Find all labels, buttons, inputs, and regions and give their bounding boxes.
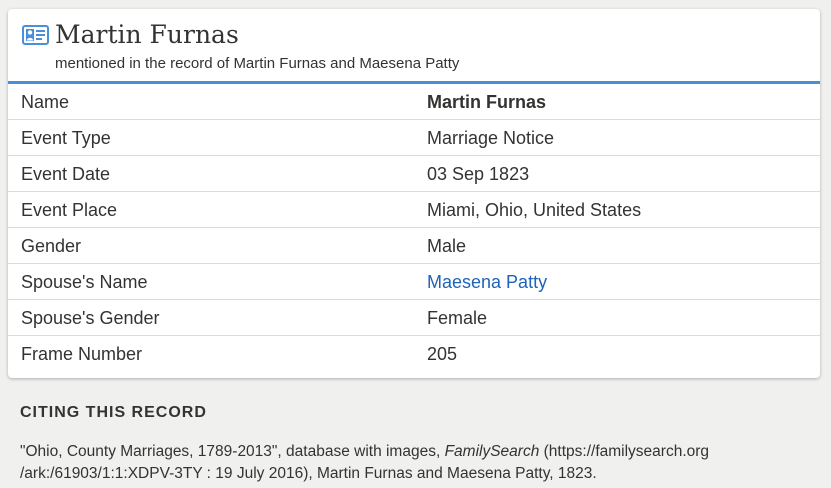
field-value: Marriage Notice	[427, 128, 555, 148]
field-value: Male	[427, 236, 467, 256]
field-label: Event Type	[21, 128, 111, 148]
field-label: Frame Number	[21, 344, 143, 364]
field-label: Spouse's Gender	[21, 308, 160, 328]
field-label: Event Place	[21, 200, 118, 220]
field-row-spouse-name: Spouse's Name Maesena Patty	[8, 264, 820, 300]
field-label: Gender	[21, 236, 82, 256]
field-label: Event Date	[21, 164, 111, 184]
record-fields-table: Name Martin Furnas Event Type Marriage N…	[8, 84, 820, 372]
field-value: 03 Sep 1823	[427, 164, 530, 184]
field-label: Spouse's Name	[21, 272, 148, 292]
person-name: Martin Furnas	[55, 20, 239, 49]
citation-part: "Ohio, County Marriages, 1789-2013", dat…	[20, 443, 445, 460]
field-row-frame-number: Frame Number 205	[8, 336, 820, 372]
field-value: Martin Furnas	[427, 92, 547, 112]
citing-section-title: CITING THIS RECORD	[20, 404, 207, 421]
record-header: Martin Furnas mentioned in the record of…	[8, 9, 820, 84]
field-value: Miami, Ohio, United States	[427, 200, 642, 220]
field-row-spouse-gender: Spouse's Gender Female	[8, 300, 820, 336]
person-card-icon	[22, 25, 49, 45]
field-value: Female	[427, 308, 488, 328]
citation-source-italic: FamilySearch	[444, 443, 540, 460]
field-label: Name	[21, 92, 70, 112]
field-value: 205	[427, 344, 458, 364]
field-row-event-date: Event Date 03 Sep 1823	[8, 156, 820, 192]
field-row-gender: Gender Male	[8, 228, 820, 264]
record-card: Martin Furnas mentioned in the record of…	[8, 9, 820, 378]
spouse-name-link[interactable]: Maesena Patty	[427, 272, 547, 293]
field-row-event-type: Event Type Marriage Notice	[8, 120, 820, 156]
field-row-name: Name Martin Furnas	[8, 84, 820, 120]
citation-part: (https://familysearch.org	[539, 443, 710, 460]
field-row-event-place: Event Place Miami, Ohio, United States	[8, 192, 820, 228]
record-subtitle: mentioned in the record of Martin Furnas…	[55, 55, 460, 72]
citation-text: "Ohio, County Marriages, 1789-2013", dat…	[20, 441, 820, 485]
citation-part: /ark:/61903/1:1:XDPV-3TY : 19 July 2016)…	[20, 465, 597, 482]
